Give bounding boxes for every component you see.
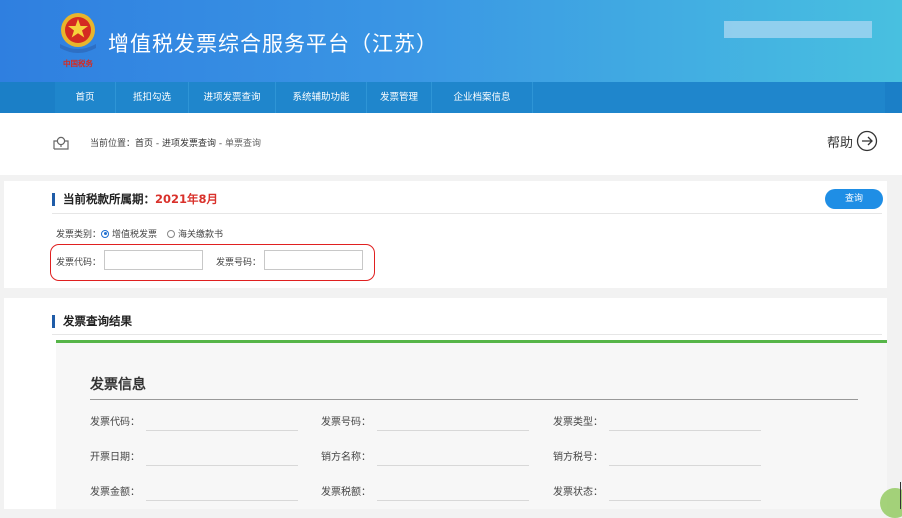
breadcrumb-home[interactable]: 首页	[135, 139, 153, 149]
radio-label: 增值税发票	[112, 230, 158, 240]
field-value-seller-tax-id	[609, 449, 761, 466]
floating-widget[interactable]	[880, 488, 902, 518]
nav-item-invoice-management[interactable]: 发票管理	[367, 82, 432, 113]
nav-item-home[interactable]: 首页	[55, 82, 116, 113]
tax-period-label: 当前税款所属期：	[63, 192, 155, 206]
arrow-right-circle-icon	[856, 130, 878, 152]
tax-emblem-logo: 中国税务	[60, 13, 96, 68]
invoice-number-label: 发票号码：	[216, 258, 262, 268]
nav-item-company-profile[interactable]: 企业档案信息	[432, 82, 533, 113]
nav-item-input-invoice-query[interactable]: 进项发票查询	[189, 82, 276, 113]
field-label-invoice-type: 发票类型：	[553, 417, 603, 428]
nav-item-system-tools[interactable]: 系统辅助功能	[276, 82, 367, 113]
invoice-code-input[interactable]	[104, 250, 203, 270]
field-value-issue-date	[146, 449, 298, 466]
results-title: 发票查询结果	[52, 315, 132, 328]
field-label-invoice-status: 发票状态：	[553, 487, 603, 498]
field-value-invoice-amount	[146, 484, 298, 501]
nav-bar: 首页 抵扣勾选 进项发票查询 系统辅助功能 发票管理 企业档案信息	[55, 82, 885, 113]
invoice-code-label: 发票代码：	[56, 258, 102, 268]
field-label-seller-name: 销方名称：	[321, 452, 371, 463]
app-title: 增值税发票综合服务平台（江苏）	[108, 32, 438, 56]
field-label-invoice-tax: 发票税额：	[321, 487, 371, 498]
invoice-number-input[interactable]	[264, 250, 363, 270]
logo-text: 中国税务	[63, 58, 93, 68]
user-info-box[interactable]	[724, 21, 872, 38]
field-value-invoice-status	[609, 484, 761, 501]
radio-dot-selected	[101, 229, 110, 238]
invoice-type-label: 发票类别：	[56, 230, 102, 240]
field-value-invoice-code	[146, 414, 298, 431]
radio-customs-payment[interactable]: 海关缴款书	[167, 227, 223, 240]
help-label: 帮助	[826, 135, 853, 151]
app-header: 中国税务 增值税发票综合服务平台（江苏）	[0, 0, 902, 82]
radio-label: 海关缴款书	[178, 230, 224, 240]
main-nav: 首页 抵扣勾选 进项发票查询 系统辅助功能 发票管理 企业档案信息	[0, 82, 902, 113]
invoice-info-divider	[90, 399, 858, 400]
breadcrumb-separator: -	[153, 139, 163, 149]
scrollbar-edge	[900, 482, 901, 509]
field-label-issue-date: 开票日期：	[90, 452, 140, 463]
breadcrumb-bar: 当前位置：首页 - 进项发票查询 - 单票查询 帮助	[0, 113, 902, 175]
breadcrumb-separator: -	[216, 139, 226, 149]
breadcrumb-current: 单票查询	[225, 139, 262, 149]
field-label-invoice-code: 发票代码：	[90, 417, 140, 428]
field-value-seller-name	[377, 449, 529, 466]
invoice-type-group: 发票类别： 增值税发票 海关缴款书	[56, 227, 233, 240]
radio-dot	[167, 229, 176, 238]
tax-period-title: 当前税款所属期：2021年8月	[52, 193, 218, 206]
section-divider	[52, 213, 882, 214]
field-label-invoice-amount: 发票金额：	[90, 487, 140, 498]
invoice-info-title: 发票信息	[90, 377, 146, 393]
breadcrumb-prefix: 当前位置：	[90, 139, 136, 149]
location-icon	[53, 136, 69, 150]
breadcrumb-section[interactable]: 进项发票查询	[162, 139, 216, 149]
help-button[interactable]: 帮助	[827, 130, 878, 152]
field-value-invoice-number	[377, 414, 529, 431]
query-button[interactable]: 查询	[825, 189, 883, 209]
breadcrumb: 当前位置：首页 - 进项发票查询 - 单票查询	[90, 136, 261, 149]
section-divider	[52, 334, 882, 335]
tax-period-value: 2021年8月	[155, 192, 219, 206]
field-label-seller-tax-id: 销方税号：	[553, 452, 603, 463]
nav-item-deduction-select[interactable]: 抵扣勾选	[116, 82, 189, 113]
field-value-invoice-tax	[377, 484, 529, 501]
field-label-invoice-number: 发票号码：	[321, 417, 371, 428]
field-value-invoice-type	[609, 414, 761, 431]
radio-vat-invoice[interactable]: 增值税发票	[101, 227, 157, 240]
